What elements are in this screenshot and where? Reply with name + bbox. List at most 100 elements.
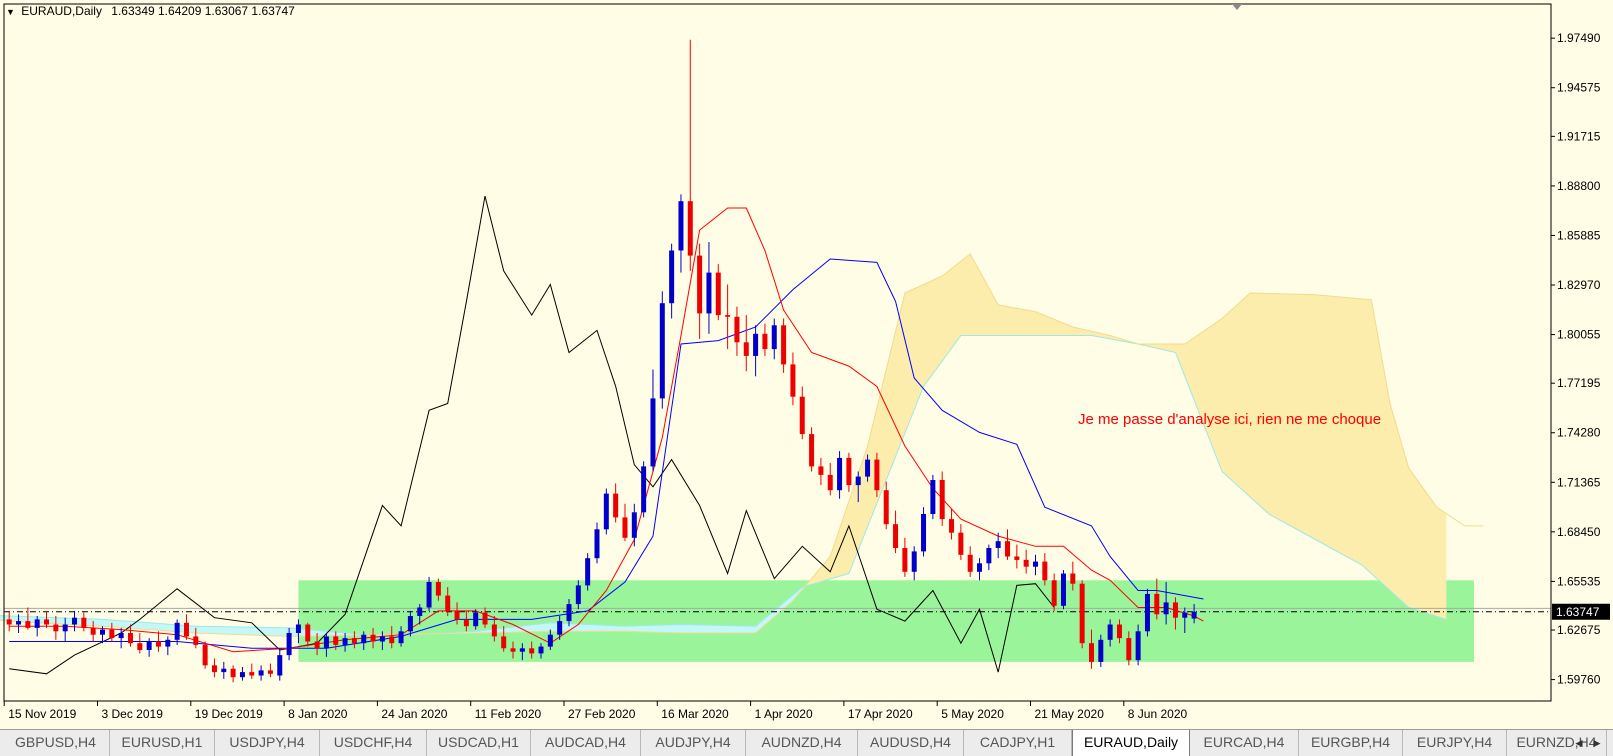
- candle[interactable]: [809, 427, 815, 472]
- candle[interactable]: [659, 291, 665, 409]
- chart-tab[interactable]: USDJPY,H4: [215, 730, 320, 756]
- candle[interactable]: [72, 610, 78, 632]
- ichimoku-cloud-segment: [937, 275, 943, 369]
- ichimoku-cloud-segment: [209, 626, 215, 634]
- chart-tab[interactable]: AUDNZD,H4: [746, 730, 858, 756]
- candle[interactable]: [613, 483, 619, 523]
- candle[interactable]: [949, 508, 955, 540]
- chart-tab[interactable]: AUDJPY,H4: [641, 730, 746, 756]
- candle[interactable]: [734, 306, 740, 356]
- candle[interactable]: [1023, 549, 1029, 574]
- candle[interactable]: [958, 524, 964, 560]
- chart-tab[interactable]: EURAUD,Daily: [1072, 730, 1190, 756]
- candle[interactable]: [827, 463, 833, 496]
- candle[interactable]: [893, 510, 899, 554]
- candle[interactable]: [706, 242, 712, 334]
- candle[interactable]: [967, 546, 973, 577]
- ichimoku-cloud-segment: [722, 625, 728, 634]
- candle[interactable]: [1144, 588, 1150, 637]
- candle[interactable]: [715, 264, 721, 321]
- candle[interactable]: [939, 471, 945, 526]
- candle[interactable]: [771, 318, 777, 360]
- candle[interactable]: [6, 610, 12, 632]
- chart-tab[interactable]: EURGBP,H4: [1299, 730, 1403, 756]
- candle[interactable]: [650, 369, 656, 472]
- candle[interactable]: [81, 612, 87, 632]
- chart-annotation-text[interactable]: Je me passe d'analyse ici, rien ne me ch…: [1078, 411, 1381, 428]
- candle[interactable]: [1005, 529, 1011, 560]
- candle[interactable]: [631, 503, 637, 547]
- candle[interactable]: [622, 503, 628, 542]
- candle[interactable]: [137, 633, 143, 654]
- candle[interactable]: [911, 546, 917, 581]
- candle[interactable]: [211, 658, 217, 678]
- chart-tab[interactable]: AUDCAD,H4: [531, 730, 641, 756]
- candle[interactable]: [846, 452, 852, 492]
- candle[interactable]: [202, 641, 208, 669]
- candle[interactable]: [155, 631, 161, 652]
- candle[interactable]: [678, 194, 684, 273]
- candle[interactable]: [837, 451, 843, 499]
- scroll-shift-marker-icon[interactable]: [1232, 4, 1242, 10]
- candle[interactable]: [883, 481, 889, 530]
- chart-tab[interactable]: USDCHF,H4: [320, 730, 427, 756]
- candle[interactable]: [697, 243, 703, 339]
- tab-scroll-right-icon[interactable]: ►: [1590, 734, 1604, 752]
- candle[interactable]: [977, 558, 983, 581]
- candle[interactable]: [221, 661, 227, 679]
- candle[interactable]: [790, 352, 796, 406]
- candle[interactable]: [781, 318, 787, 373]
- ichimoku-cloud-segment: [106, 619, 113, 628]
- candle[interactable]: [641, 461, 647, 518]
- chart-tab[interactable]: EURCAD,H4: [1190, 730, 1299, 756]
- candle[interactable]: [1079, 580, 1085, 649]
- candle[interactable]: [603, 488, 609, 535]
- candle[interactable]: [267, 663, 273, 678]
- tab-scroll-left-icon[interactable]: ◄: [1572, 734, 1586, 752]
- candle[interactable]: [183, 614, 189, 640]
- candle[interactable]: [818, 457, 824, 486]
- chart-tab[interactable]: USDCAD,H1: [427, 730, 531, 756]
- chart-tab[interactable]: CADJPY,H1: [964, 730, 1072, 756]
- candle[interactable]: [762, 323, 768, 356]
- ichimoku-cloud-segment: [913, 286, 920, 410]
- candle[interactable]: [799, 386, 805, 440]
- candle[interactable]: [986, 544, 992, 571]
- ichimoku-cloud-segment: [1413, 473, 1419, 611]
- candle[interactable]: [165, 636, 171, 656]
- candle[interactable]: [44, 610, 50, 628]
- chart-tab[interactable]: GBPUSD,H4: [2, 730, 110, 756]
- candle[interactable]: [118, 627, 124, 649]
- ichimoku-cloud-segment: [1254, 292, 1260, 507]
- candle[interactable]: [902, 537, 908, 577]
- ichimoku-cloud-segment: [1427, 493, 1433, 616]
- candle[interactable]: [1014, 544, 1020, 569]
- price-axis-label: 1.71365: [1557, 475, 1601, 489]
- candle[interactable]: [1051, 573, 1057, 611]
- candle[interactable]: [753, 325, 759, 377]
- dropdown-triangle-icon[interactable]: ▼: [6, 7, 15, 17]
- chart-window[interactable]: 1.97490 1.94575 1.91715 1.88800 1.85885 1.829…: [0, 0, 1613, 730]
- candle[interactable]: [1060, 570, 1066, 610]
- candle[interactable]: [249, 663, 255, 679]
- chart-tab[interactable]: EURUSD,H1: [110, 730, 215, 756]
- candle[interactable]: [669, 243, 675, 319]
- candle[interactable]: [277, 648, 283, 681]
- chart-tab[interactable]: EURJPY,H4: [1403, 730, 1507, 756]
- candle[interactable]: [725, 284, 731, 350]
- candle[interactable]: [239, 667, 245, 681]
- price-chart[interactable]: 1.97490 1.94575 1.91715 1.88800 1.85885 1.829…: [0, 0, 1613, 730]
- candle[interactable]: [426, 576, 432, 611]
- candle[interactable]: [146, 638, 152, 657]
- candle[interactable]: [921, 507, 927, 557]
- price-axis-label: 1.59760: [1557, 673, 1601, 687]
- candle[interactable]: [258, 665, 264, 681]
- candle[interactable]: [594, 522, 600, 564]
- candle[interactable]: [687, 39, 693, 271]
- candle[interactable]: [230, 665, 236, 683]
- candle[interactable]: [743, 315, 749, 372]
- candle[interactable]: [1033, 554, 1038, 576]
- candle[interactable]: [585, 553, 591, 591]
- candle[interactable]: [930, 474, 936, 520]
- chart-tab[interactable]: AUDUSD,H4: [858, 730, 964, 756]
